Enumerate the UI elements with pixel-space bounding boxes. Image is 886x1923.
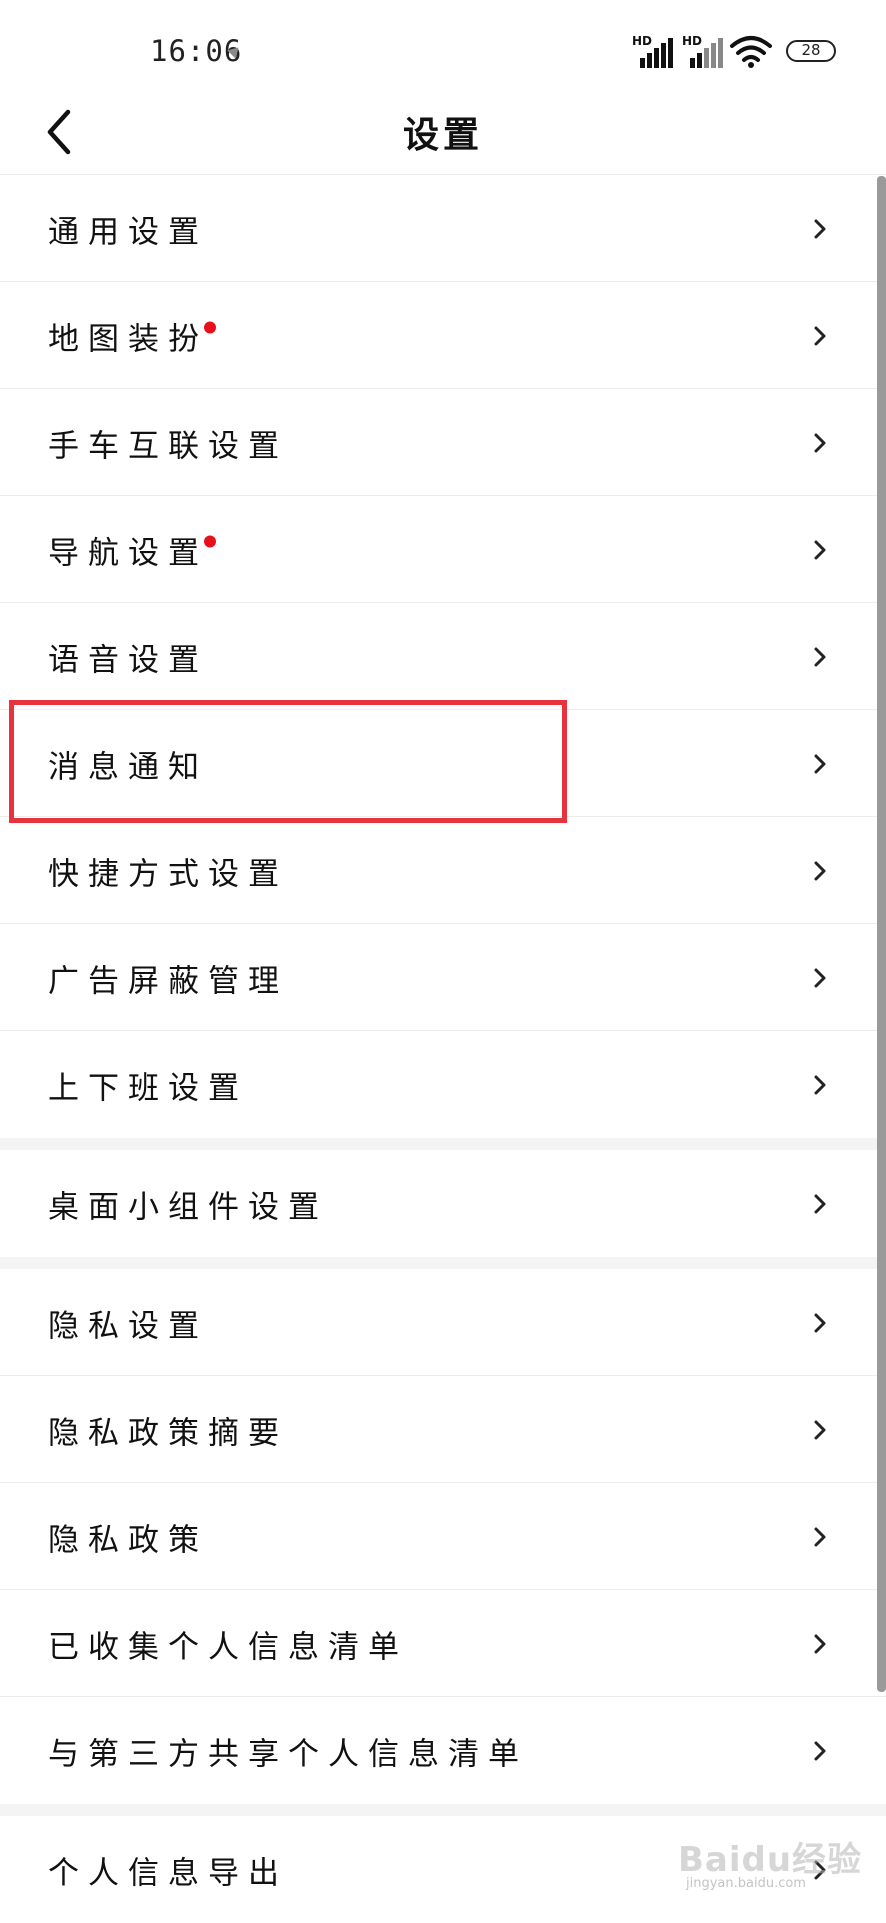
settings-row-label: 已收集个人信息清单 bbox=[48, 1629, 408, 1665]
wifi-icon bbox=[730, 36, 772, 68]
settings-row[interactable]: 通用设置 bbox=[0, 175, 886, 282]
page-title: 设置 bbox=[402, 115, 483, 156]
status-bar: 16:06 HD HD 28 bbox=[0, 0, 886, 96]
chevron-right-icon bbox=[814, 1634, 826, 1653]
app-header: 设置 bbox=[0, 96, 886, 175]
settings-row[interactable]: 广告屏蔽管理 bbox=[0, 924, 886, 1031]
notification-dot bbox=[204, 535, 216, 547]
settings-row-label: 个人信息导出 bbox=[48, 1855, 288, 1891]
chevron-right-icon bbox=[814, 647, 826, 666]
group-separator bbox=[0, 1804, 886, 1816]
chevron-right-icon bbox=[814, 540, 826, 559]
chevron-right-icon bbox=[814, 1741, 826, 1760]
settings-row-label: 快捷方式设置 bbox=[48, 856, 288, 892]
settings-row[interactable]: 隐私政策摘要 bbox=[0, 1376, 886, 1483]
chevron-right-icon bbox=[814, 219, 826, 238]
settings-row-label: 隐私政策摘要 bbox=[48, 1415, 288, 1451]
chevron-right-icon bbox=[814, 861, 826, 880]
chevron-right-icon bbox=[814, 326, 826, 345]
chevron-right-icon bbox=[814, 1075, 826, 1094]
settings-row[interactable]: 隐私设置 bbox=[0, 1269, 886, 1376]
signal-hd-label: HD bbox=[632, 34, 653, 48]
chevron-right-icon bbox=[814, 968, 826, 987]
notification-dot bbox=[204, 321, 216, 333]
chevron-right-icon bbox=[814, 1313, 826, 1332]
settings-row-label: 隐私政策 bbox=[48, 1522, 208, 1558]
settings-row[interactable]: 地图装扮 bbox=[0, 282, 886, 389]
settings-row-label: 通用设置 bbox=[48, 214, 208, 250]
battery-level: 28 bbox=[801, 41, 821, 59]
settings-row-label: 与第三方共享个人信息清单 bbox=[48, 1736, 528, 1772]
settings-row-label: 上下班设置 bbox=[48, 1070, 248, 1106]
chevron-right-icon bbox=[814, 1420, 826, 1439]
settings-row[interactable]: 消息通知 bbox=[0, 710, 886, 817]
signal-icon: HD bbox=[682, 34, 726, 68]
settings-row[interactable]: 上下班设置 bbox=[0, 1031, 886, 1138]
settings-row-label: 语音设置 bbox=[48, 642, 208, 678]
settings-row[interactable]: 已收集个人信息清单 bbox=[0, 1590, 886, 1697]
settings-list: 通用设置地图装扮手车互联设置导航设置语音设置消息通知快捷方式设置 广告屏蔽管理 上下… bbox=[0, 175, 886, 1923]
group-separator bbox=[0, 1257, 886, 1269]
chevron-right-icon bbox=[814, 754, 826, 773]
settings-row-label: 隐私设置 bbox=[48, 1308, 208, 1344]
signal-icon: HD bbox=[632, 34, 676, 68]
chevron-right-icon bbox=[814, 1527, 826, 1546]
settings-row[interactable]: 个人信息导出 bbox=[0, 1816, 886, 1923]
group-separator bbox=[0, 1138, 886, 1150]
settings-row[interactable]: 桌面小组件设置 bbox=[0, 1150, 886, 1257]
scrollbar[interactable] bbox=[877, 176, 886, 1692]
battery-icon: 28 bbox=[786, 40, 836, 62]
chevron-right-icon bbox=[814, 1860, 826, 1879]
settings-row-label: 导航设置 bbox=[48, 527, 220, 572]
settings-row[interactable]: 快捷方式设置 bbox=[0, 817, 886, 924]
settings-row[interactable]: 与第三方共享个人信息清单 bbox=[0, 1697, 886, 1804]
settings-row[interactable]: 语音设置 bbox=[0, 603, 886, 710]
settings-row-label: 桌面小组件设置 bbox=[48, 1189, 328, 1225]
settings-row-label: 广告屏蔽管理 bbox=[48, 963, 288, 999]
settings-row-label: 消息通知 bbox=[48, 749, 208, 785]
settings-row-label: 地图装扮 bbox=[48, 313, 220, 358]
settings-row[interactable]: 手车互联设置 bbox=[0, 389, 886, 496]
signal-hd-label: HD bbox=[682, 34, 703, 48]
chevron-right-icon bbox=[814, 1194, 826, 1213]
settings-row[interactable]: 导航设置 bbox=[0, 496, 886, 603]
settings-row[interactable]: 隐私政策 bbox=[0, 1483, 886, 1590]
settings-row-label: 手车互联设置 bbox=[48, 428, 288, 464]
chevron-right-icon bbox=[814, 433, 826, 452]
